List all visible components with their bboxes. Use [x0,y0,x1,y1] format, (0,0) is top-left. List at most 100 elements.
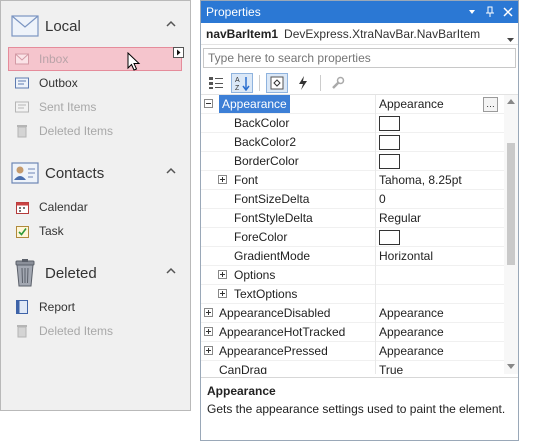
expand-icon[interactable] [204,345,213,355]
nav-item-sent-items[interactable]: Sent Items [1,95,190,119]
property-value-cell[interactable] [376,228,518,247]
property-name-cell[interactable]: Font [201,170,376,190]
trash-icon [15,124,29,138]
dropdown-arrow-icon[interactable] [464,4,480,20]
chevron-up-icon[interactable] [164,264,178,278]
nav-item-deleted-items[interactable]: Deleted Items [1,119,190,143]
property-row[interactable]: AppearancePressed Appearance [201,341,518,361]
property-value-cell[interactable]: Horizontal [376,247,518,266]
property-value-cell[interactable] [376,152,518,171]
scrollbar-thumb[interactable] [507,143,515,265]
color-swatch[interactable] [379,134,400,150]
collapse-icon[interactable] [204,98,213,108]
property-name-cell[interactable]: BackColor2 [201,132,376,152]
property-row[interactable]: AppearanceDisabled Appearance [201,303,518,323]
property-name-cell[interactable]: Options [201,265,376,285]
vertical-scrollbar[interactable] [504,95,518,374]
color-swatch[interactable] [379,229,400,245]
property-row[interactable]: BorderColor [201,151,518,171]
scroll-down-icon[interactable] [507,362,515,370]
group-header-contacts[interactable]: Contacts [1,153,190,193]
nav-item-task[interactable]: Task [1,219,190,243]
property-value-cell[interactable]: Tahoma, 8.25pt [376,171,518,190]
property-value-cell[interactable]: Appearance [376,304,518,323]
property-name-cell[interactable]: Appearance [201,95,376,114]
object-selector[interactable]: navBarItem1 DevExpress.XtraNavBar.NavBar… [201,23,518,45]
ellipsis-button[interactable]: … [483,96,498,112]
property-row[interactable]: Font Tahoma, 8.25pt [201,170,518,190]
chevron-down-icon[interactable] [507,32,514,46]
property-name-cell[interactable]: AppearanceHotTracked [201,322,376,342]
expand-icon[interactable] [218,269,227,279]
property-name-cell[interactable]: AppearancePressed [201,341,376,361]
group-header-deleted[interactable]: Deleted [1,253,190,293]
nav-item-report[interactable]: Report [1,295,190,319]
property-name-cell[interactable]: AppearanceDisabled [201,303,376,323]
expand-icon[interactable] [204,326,213,336]
property-value-cell[interactable] [376,133,518,152]
wrench-icon[interactable] [327,73,349,93]
task-icon [15,224,29,238]
property-value-cell[interactable]: Appearance… [376,95,518,114]
expand-icon[interactable] [218,288,227,298]
group-title: Local [45,17,81,35]
property-row[interactable]: FontStyleDelta Regular [201,208,518,228]
property-name-cell[interactable]: FontSizeDelta [201,189,376,209]
property-value-cell[interactable]: 0 [376,190,518,209]
property-value-cell[interactable] [376,285,518,304]
alphabetical-icon[interactable]: AZ [231,72,253,93]
property-value: Appearance [379,306,444,320]
color-swatch[interactable] [379,153,400,169]
properties-titlebar[interactable]: Properties [201,1,518,23]
property-row[interactable]: Options [201,265,518,285]
nav-item-label: Inbox [39,52,69,66]
property-row[interactable]: CanDrag True [201,360,518,374]
property-value-cell[interactable] [376,114,518,133]
property-name: GradientMode [234,249,311,263]
group-header-local[interactable]: Local [1,6,190,46]
expand-icon[interactable] [218,174,227,184]
property-row[interactable]: AppearanceHotTracked Appearance [201,322,518,342]
nav-item-calendar[interactable]: Calendar [1,195,190,219]
property-name-cell[interactable]: ForeColor [201,227,376,247]
toolbar-separator [320,74,321,91]
nav-item-outbox[interactable]: Outbox [1,71,190,95]
property-row[interactable]: BackColor2 [201,132,518,152]
expand-icon[interactable] [204,307,213,317]
chevron-up-icon[interactable] [164,17,178,31]
property-row[interactable]: GradientMode Horizontal [201,246,518,266]
property-name-cell[interactable]: CanDrag [201,360,376,374]
property-row[interactable]: Appearance Appearance… [201,95,518,114]
envelope-icon [11,12,39,40]
property-value-cell[interactable]: True [376,361,518,374]
search-input[interactable] [203,48,516,68]
color-swatch[interactable] [379,115,400,131]
property-name-cell[interactable]: TextOptions [201,284,376,304]
property-value-cell[interactable]: Appearance [376,323,518,342]
chevron-up-icon[interactable] [164,164,178,178]
scroll-up-icon[interactable] [507,98,515,106]
property-row[interactable]: ForeColor [201,227,518,247]
property-name-cell[interactable]: FontStyleDelta [201,208,376,228]
property-name-cell[interactable]: GradientMode [201,246,376,266]
property-value-cell[interactable] [376,266,518,285]
categorized-icon[interactable] [205,73,227,93]
description-text: Gets the appearance settings used to pai… [207,402,506,416]
navbar-group-local: Local Inbox Outbox Sent Items Deleted It… [1,1,190,138]
property-row[interactable]: TextOptions [201,284,518,304]
property-value-cell[interactable]: Appearance [376,342,518,361]
close-icon[interactable] [500,4,516,20]
pin-icon[interactable] [482,4,498,20]
nav-item-inbox[interactable]: Inbox [8,47,184,71]
property-row[interactable]: BackColor [201,113,518,133]
object-type: DevExpress.XtraNavBar.NavBarItem [284,26,481,41]
property-value: 0 [379,192,386,206]
events-icon[interactable] [292,73,314,93]
nav-item-deleted-items[interactable]: Deleted Items [1,319,190,343]
property-row[interactable]: FontSizeDelta 0 [201,189,518,209]
properties-view-icon[interactable] [266,72,288,93]
property-value-cell[interactable]: Regular [376,209,518,228]
property-name: Appearance [219,95,290,113]
property-name-cell[interactable]: BorderColor [201,151,376,171]
property-name-cell[interactable]: BackColor [201,113,376,133]
